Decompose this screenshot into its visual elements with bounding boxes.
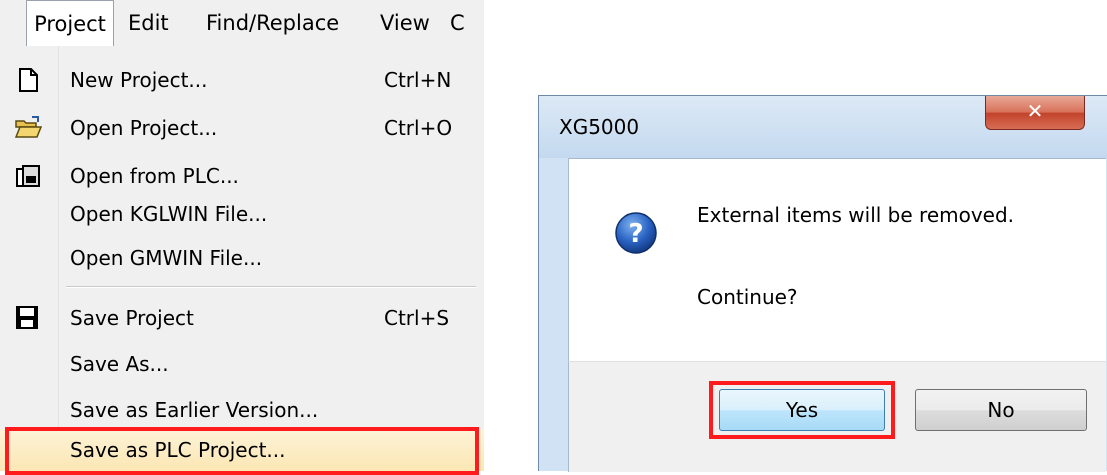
svg-text:?: ? [628,219,643,249]
close-button[interactable]: ✕ [985,96,1085,130]
menu-separator [66,286,476,288]
red-highlight-box [709,381,895,439]
menu-item-shortcut: Ctrl+N [384,68,452,92]
menu-item-open-project[interactable]: Open Project... Ctrl+O [0,104,484,152]
confirm-dialog: XG5000 ✕ ? External items will be remove… [538,95,1107,472]
menu-item-label: Open Project... [70,116,218,140]
plc-open-icon [14,163,42,189]
dialog-message: External items will be removed. [697,203,1015,227]
menu-view[interactable]: View [370,0,440,46]
menu-item-label: Open GMWIN File... [70,246,263,270]
floppy-disk-icon [14,305,42,331]
dialog-body: ? External items will be removed. Contin… [568,158,1106,361]
menu-edit[interactable]: Edit [118,0,179,46]
open-folder-icon [14,115,43,141]
dialog-button-bar: Yes No [568,361,1106,472]
menu-bar: Project Edit Find/Replace View C [0,0,484,47]
project-menu-panel: Project Edit Find/Replace View C New Pro… [0,0,484,475]
dialog-title: XG5000 [559,115,640,139]
menu-item-label: Save As... [70,352,169,376]
menu-item-save-as[interactable]: Save As... [0,340,484,388]
menu-find-replace[interactable]: Find/Replace [196,0,349,46]
menu-item-label: New Project... [70,68,208,92]
menu-item-save-project[interactable]: Save Project Ctrl+S [0,294,484,342]
close-icon: ✕ [1026,99,1044,123]
menu-project[interactable]: Project [26,0,114,47]
dialog-titlebar[interactable]: XG5000 ✕ [539,96,1107,158]
menu-next-truncated[interactable]: C [450,0,465,46]
menu-item-shortcut: Ctrl+S [384,306,450,330]
menu-item-open-gmwin[interactable]: Open GMWIN File... [0,234,484,282]
menu-item-new-project[interactable]: New Project... Ctrl+N [0,56,484,104]
no-button[interactable]: No [915,389,1087,431]
dialog-question: Continue? [697,285,798,309]
menu-item-label: Open KGLWIN File... [70,202,268,226]
new-page-icon [14,67,42,93]
menu-item-label: Save Project [70,306,194,330]
red-highlight-box [5,427,479,475]
menu-item-open-kglwin[interactable]: Open KGLWIN File... [0,190,484,238]
project-dropdown: New Project... Ctrl+N Open Project... Ct… [0,46,484,471]
menu-item-shortcut: Ctrl+O [384,116,453,140]
question-icon: ? [614,211,658,255]
